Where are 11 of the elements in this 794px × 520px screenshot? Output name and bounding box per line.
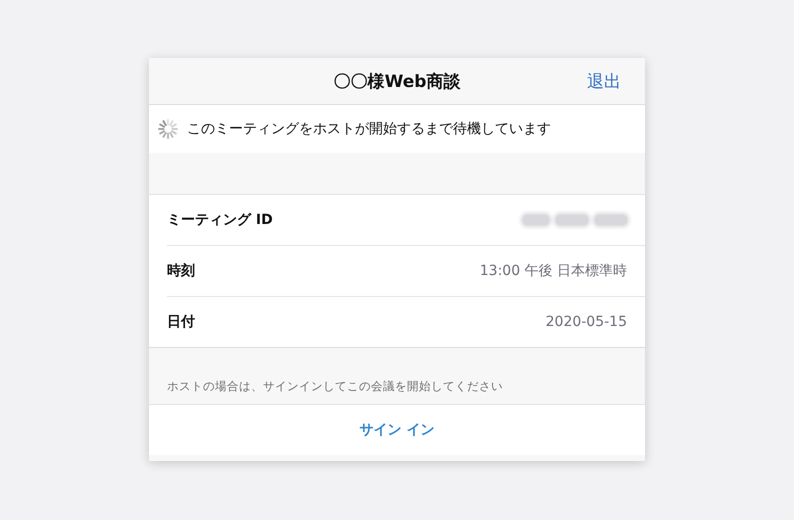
detail-label: 時刻 — [167, 262, 195, 280]
host-note: ホストの場合は、サインインしてこの会議を開始してください — [167, 379, 503, 394]
exit-link[interactable]: 退出 — [587, 70, 621, 92]
spinner-icon — [157, 118, 179, 140]
detail-label: ミーティング ID — [167, 211, 273, 229]
sign-in-button[interactable]: サイン イン — [149, 405, 645, 455]
detail-value: 13:00 午後 日本標準時 — [480, 262, 627, 280]
window-title: 〇〇様Web商談 — [332, 70, 462, 92]
detail-label: 日付 — [167, 313, 195, 331]
waiting-message: このミーティングをホストが開始するまで待機しています — [187, 120, 551, 138]
detail-value: 2020-05-15 — [546, 314, 627, 330]
